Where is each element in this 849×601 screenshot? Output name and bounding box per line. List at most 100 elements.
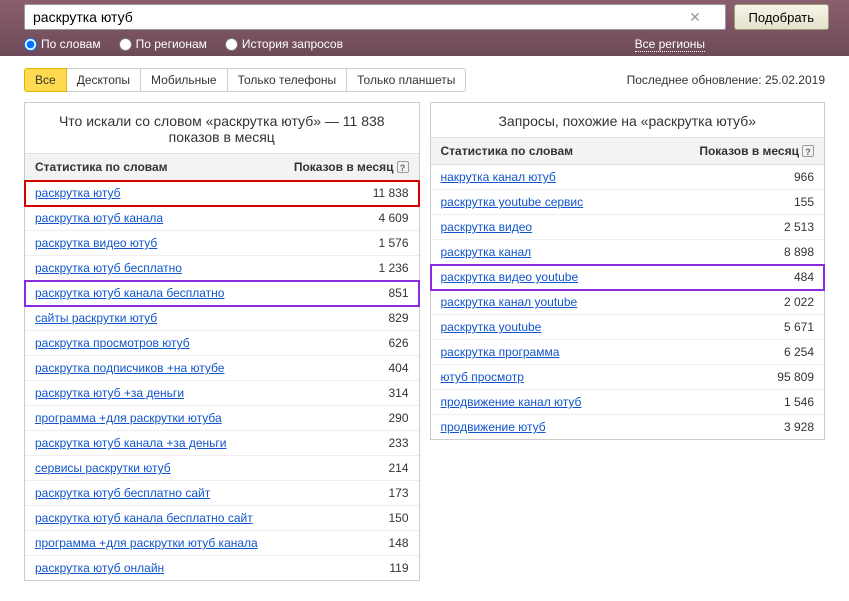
tab-mobile[interactable]: Мобильные bbox=[140, 68, 228, 92]
shows-value: 851 bbox=[278, 281, 418, 306]
shows-value: 155 bbox=[646, 190, 824, 215]
shows-value: 626 bbox=[278, 331, 418, 356]
table-row: сервисы раскрутки ютуб 214 bbox=[25, 456, 419, 481]
table-row: сайты раскрутки ютуб 829 bbox=[25, 306, 419, 331]
table-row: раскрутка программа 6 254 bbox=[431, 340, 825, 365]
query-link[interactable]: раскрутка канал bbox=[441, 245, 532, 259]
query-link[interactable]: раскрутка ютуб канала бесплатно сайт bbox=[35, 511, 253, 525]
query-link[interactable]: раскрутка видео youtube bbox=[441, 270, 579, 284]
table-row: раскрутка ютуб канала +за деньги 233 bbox=[25, 431, 419, 456]
radio-label: По словам bbox=[41, 37, 101, 51]
search-input[interactable] bbox=[24, 4, 726, 30]
query-link[interactable]: продвижение ютуб bbox=[441, 420, 546, 434]
query-link[interactable]: сервисы раскрутки ютуб bbox=[35, 461, 171, 475]
query-link[interactable]: раскрутка ютуб bbox=[35, 186, 121, 200]
query-link[interactable]: раскрутка ютуб онлайн bbox=[35, 561, 164, 575]
shows-value: 2 022 bbox=[646, 290, 824, 315]
query-link[interactable]: раскрутка программа bbox=[441, 345, 560, 359]
shows-value: 150 bbox=[278, 506, 418, 531]
shows-value: 1 236 bbox=[278, 256, 418, 281]
col-shows: Показов в месяц? bbox=[278, 154, 418, 181]
table-row: раскрутка видео youtube 484 bbox=[431, 265, 825, 290]
query-link[interactable]: раскрутка ютуб бесплатно bbox=[35, 261, 182, 275]
tab-phones[interactable]: Только телефоны bbox=[227, 68, 348, 92]
query-link[interactable]: накрутка канал ютуб bbox=[441, 170, 556, 184]
shows-value: 829 bbox=[278, 306, 418, 331]
table-row: раскрутка просмотров ютуб 626 bbox=[25, 331, 419, 356]
query-link[interactable]: продвижение канал ютуб bbox=[441, 395, 582, 409]
shows-value: 484 bbox=[646, 265, 824, 290]
search-bar: ✕ Подобрать По словам По регионам Истори… bbox=[0, 0, 849, 56]
shows-value: 404 bbox=[278, 356, 418, 381]
query-link[interactable]: раскрутка видео bbox=[441, 220, 533, 234]
table-row: накрутка канал ютуб 966 bbox=[431, 165, 825, 190]
all-regions-link[interactable]: Все регионы bbox=[635, 37, 705, 52]
shows-value: 233 bbox=[278, 431, 418, 456]
table-row: программа +для раскрутки ютуба290 bbox=[25, 406, 419, 431]
query-link[interactable]: раскрутка youtube сервис bbox=[441, 195, 584, 209]
radio-label: История запросов bbox=[242, 37, 343, 51]
panel-left-title: Что искали со словом «раскрутка ютуб» — … bbox=[25, 103, 419, 153]
right-table: Статистика по словам Показов в месяц? на… bbox=[431, 137, 825, 439]
shows-value: 3 928 bbox=[646, 415, 824, 440]
radio-by-regions[interactable]: По регионам bbox=[119, 37, 207, 51]
table-row: раскрутка ютуб бесплатно сайт 173 bbox=[25, 481, 419, 506]
table-row: раскрутка ютуб бесплатно 1 236 bbox=[25, 256, 419, 281]
query-link[interactable]: раскрутка ютуб бесплатно сайт bbox=[35, 486, 210, 500]
table-row: раскрутка видео 2 513 bbox=[431, 215, 825, 240]
help-icon[interactable]: ? bbox=[397, 161, 409, 173]
shows-value: 4 609 bbox=[278, 206, 418, 231]
radio-by-words[interactable]: По словам bbox=[24, 37, 101, 51]
shows-value: 966 bbox=[646, 165, 824, 190]
query-link[interactable]: ютуб просмотр bbox=[441, 370, 524, 384]
query-link[interactable]: раскрутка видео ютуб bbox=[35, 236, 157, 250]
table-row: программа +для раскрутки ютуб канала 148 bbox=[25, 531, 419, 556]
shows-value: 11 838 bbox=[278, 181, 418, 206]
table-row: раскрутка ютуб канала бесплатно 851 bbox=[25, 281, 419, 306]
tab-tablets[interactable]: Только планшеты bbox=[346, 68, 466, 92]
table-row: раскрутка канал 8 898 bbox=[431, 240, 825, 265]
col-words: Статистика по словам bbox=[25, 154, 278, 181]
query-link[interactable]: программа +для раскрутки ютуба bbox=[35, 411, 222, 425]
shows-value: 2 513 bbox=[646, 215, 824, 240]
query-link[interactable]: раскрутка ютуб канала бесплатно bbox=[35, 286, 224, 300]
radio-history[interactable]: История запросов bbox=[225, 37, 343, 51]
query-link[interactable]: раскрутка подписчиков +на ютубе bbox=[35, 361, 224, 375]
panel-left: Что искали со словом «раскрутка ютуб» — … bbox=[24, 102, 420, 581]
radio-by-regions-input[interactable] bbox=[119, 38, 132, 51]
tabs-row: Все Десктопы Мобильные Только телефоны Т… bbox=[0, 56, 849, 102]
query-link[interactable]: программа +для раскрутки ютуб канала bbox=[35, 536, 258, 550]
shows-value: 119 bbox=[278, 556, 418, 581]
shows-value: 148 bbox=[278, 531, 418, 556]
query-link[interactable]: раскрутка канал youtube bbox=[441, 295, 578, 309]
shows-value: 173 bbox=[278, 481, 418, 506]
panel-right: Запросы, похожие на «раскрутка ютуб» Ста… bbox=[430, 102, 826, 440]
shows-value: 8 898 bbox=[646, 240, 824, 265]
shows-value: 5 671 bbox=[646, 315, 824, 340]
help-icon[interactable]: ? bbox=[802, 145, 814, 157]
shows-value: 214 bbox=[278, 456, 418, 481]
shows-value: 1 576 bbox=[278, 231, 418, 256]
query-link[interactable]: раскрутка ютуб канала +за деньги bbox=[35, 436, 227, 450]
query-link[interactable]: раскрутка ютуб канала bbox=[35, 211, 163, 225]
shows-value: 95 809 bbox=[646, 365, 824, 390]
table-row: раскрутка youtube сервис 155 bbox=[431, 190, 825, 215]
last-update: Последнее обновление: 25.02.2019 bbox=[627, 73, 825, 87]
radio-by-words-input[interactable] bbox=[24, 38, 37, 51]
query-link[interactable]: сайты раскрутки ютуб bbox=[35, 311, 157, 325]
panel-right-title: Запросы, похожие на «раскрутка ютуб» bbox=[431, 103, 825, 137]
query-link[interactable]: раскрутка ютуб +за деньги bbox=[35, 386, 184, 400]
shows-value: 1 546 bbox=[646, 390, 824, 415]
query-link[interactable]: раскрутка youtube bbox=[441, 320, 542, 334]
left-table: Статистика по словам Показов в месяц? ра… bbox=[25, 153, 419, 580]
query-link[interactable]: раскрутка просмотров ютуб bbox=[35, 336, 190, 350]
tab-desktops[interactable]: Десктопы bbox=[66, 68, 141, 92]
submit-button[interactable]: Подобрать bbox=[734, 4, 829, 30]
clear-icon[interactable]: ✕ bbox=[688, 10, 702, 24]
radio-history-input[interactable] bbox=[225, 38, 238, 51]
shows-value: 6 254 bbox=[646, 340, 824, 365]
table-row: раскрутка подписчиков +на ютубе 404 bbox=[25, 356, 419, 381]
table-row: ютуб просмотр 95 809 bbox=[431, 365, 825, 390]
tab-all[interactable]: Все bbox=[24, 68, 67, 92]
col-words: Статистика по словам bbox=[431, 138, 646, 165]
